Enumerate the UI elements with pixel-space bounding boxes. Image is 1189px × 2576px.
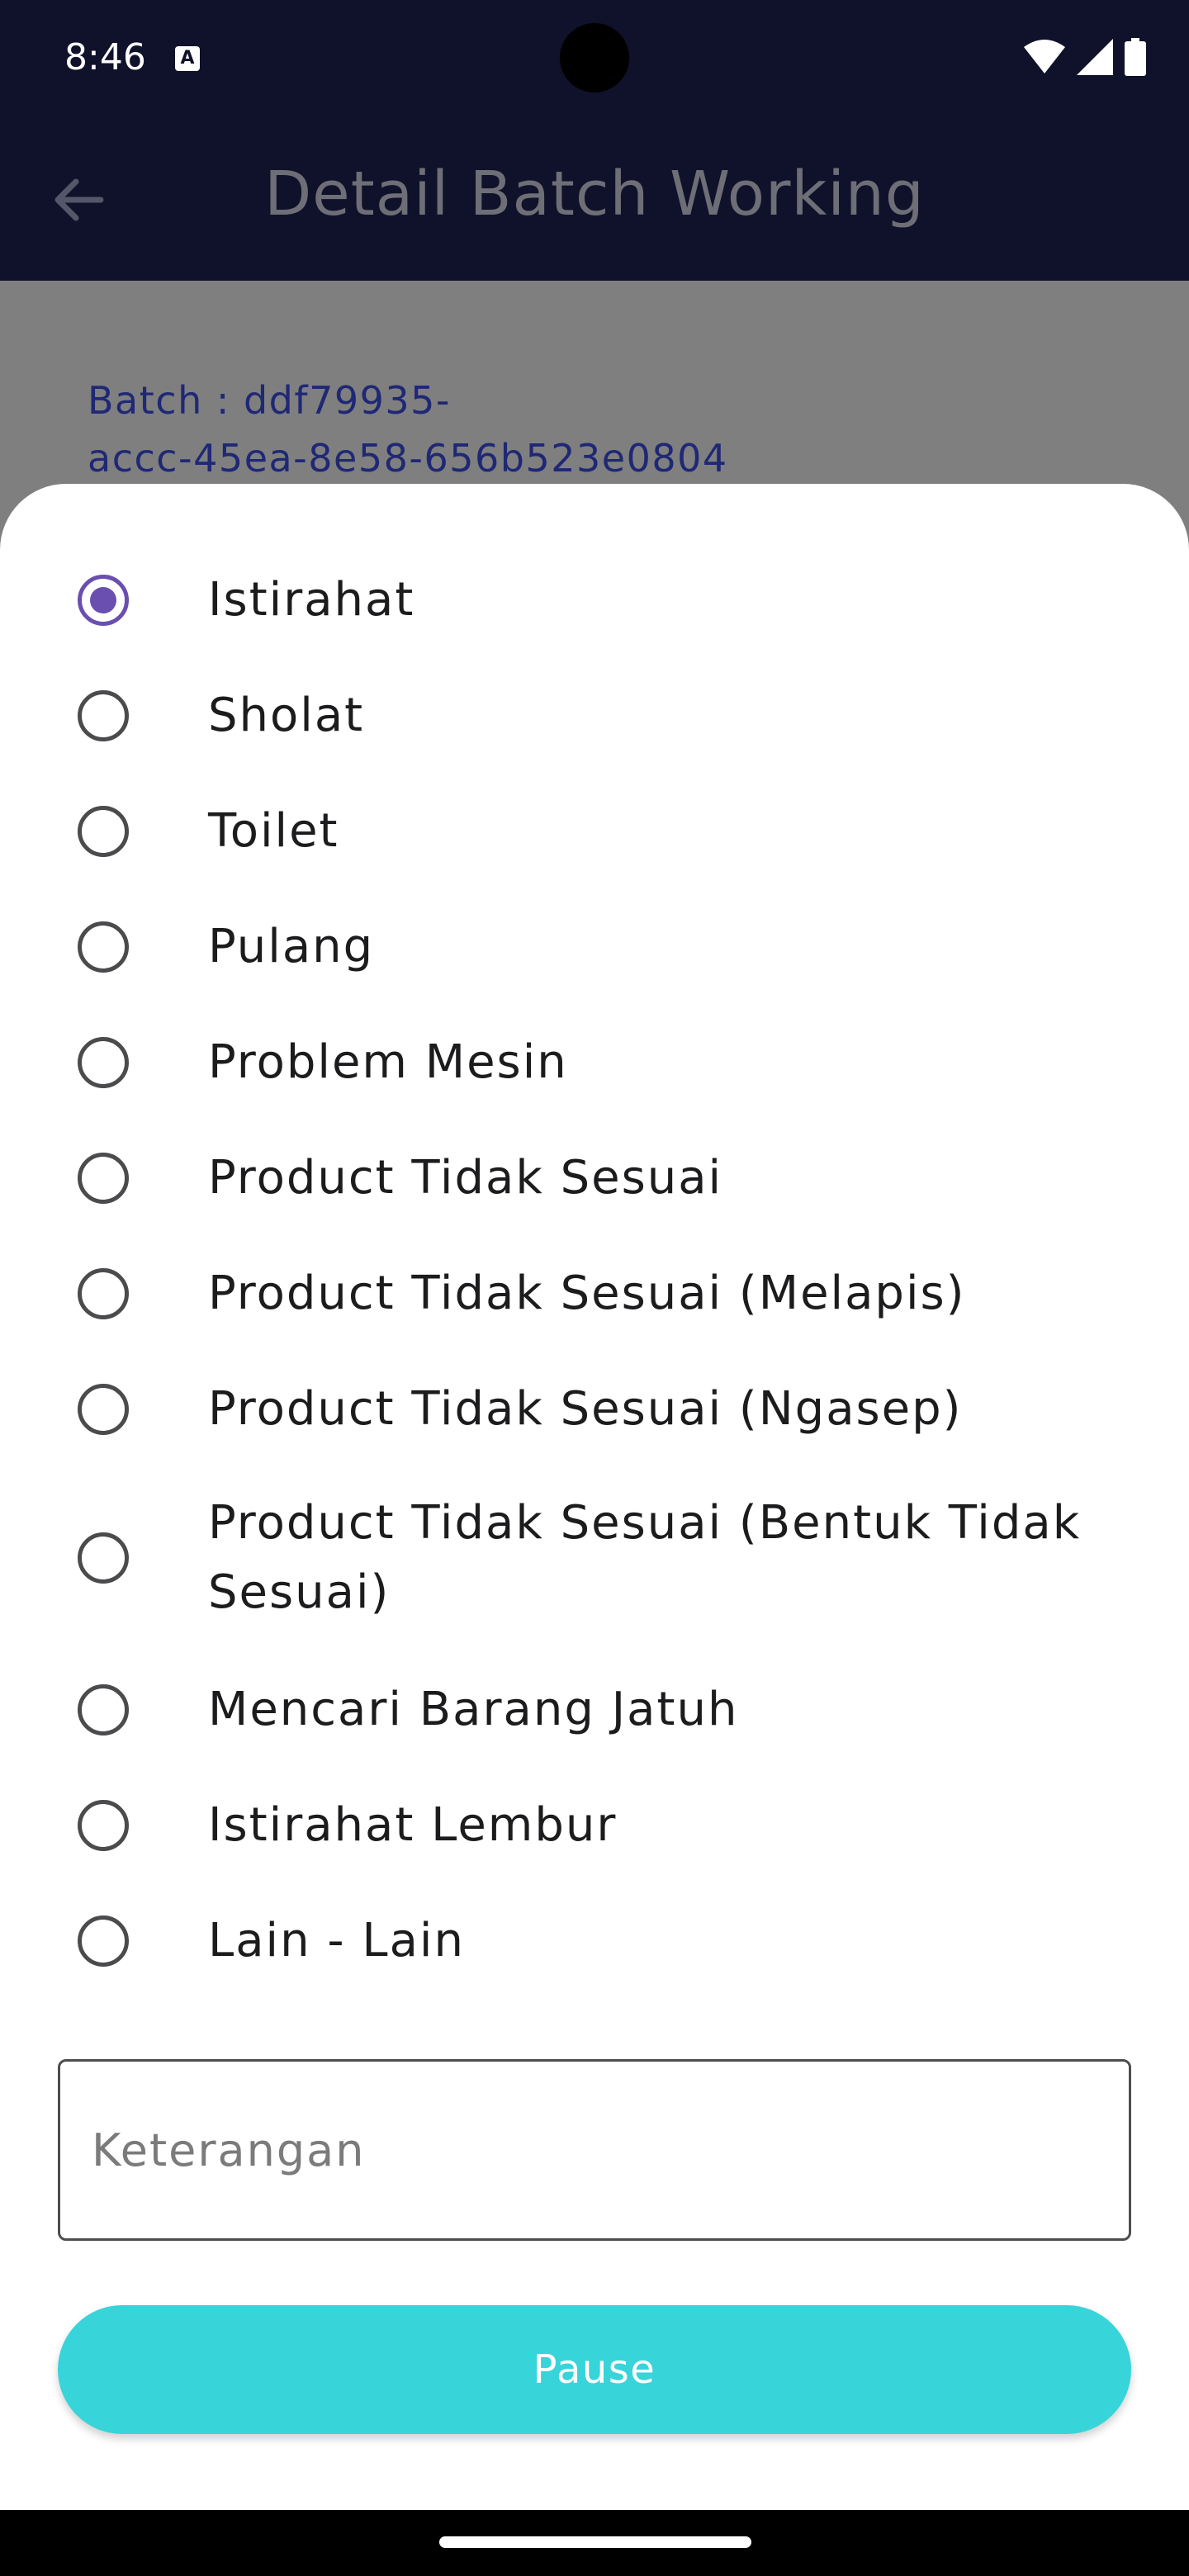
option-label: Istirahat (208, 573, 415, 627)
navigation-bar (0, 2510, 1189, 2576)
option-label: Product Tidak Sesuai (Bentuk Tidak Sesua… (208, 1496, 1082, 1619)
radio-button[interactable] (78, 1684, 129, 1735)
keterangan-field[interactable] (58, 2059, 1131, 2241)
app-bar: Detail Batch Working (0, 117, 1189, 281)
option-label: Product Tidak Sesuai (Ngasep) (208, 1382, 963, 1436)
option-label: Pulang (208, 920, 375, 973)
option-sholat[interactable]: Sholat (0, 662, 1189, 769)
radio-button[interactable] (78, 1037, 129, 1088)
option-product-tidak-sesuai-ngasep[interactable]: Product Tidak Sesuai (Ngasep) (0, 1356, 1189, 1463)
radio-button[interactable] (78, 921, 129, 973)
batch-id-line-2: accc-45ea-8e58-656b523e0804 (88, 436, 728, 481)
status-bar: 8:46 A (0, 0, 1189, 117)
batch-id-text: Batch : ddf79935- accc-45ea-8e58-656b523… (88, 372, 1078, 487)
page-title: Detail Batch Working (264, 159, 925, 230)
radio-button[interactable] (78, 1153, 129, 1204)
option-product-tidak-sesuai-bentuk[interactable]: Product Tidak Sesuai (Bentuk Tidak Sesua… (0, 1488, 1189, 1628)
signal-icon (1077, 39, 1113, 78)
radio-button[interactable] (78, 575, 129, 626)
radio-button[interactable] (78, 1915, 129, 1967)
wifi-icon (1024, 39, 1065, 78)
batch-id-line-1: Batch : ddf79935- (88, 378, 451, 423)
status-icons (1024, 38, 1146, 79)
pause-button[interactable]: Pause (58, 2305, 1131, 2434)
option-label: Toilet (208, 804, 339, 858)
option-product-tidak-sesuai-melapis[interactable]: Product Tidak Sesuai (Melapis) (0, 1240, 1189, 1347)
notification-a-icon: A (175, 46, 200, 71)
radio-button[interactable] (78, 1268, 129, 1319)
radio-button[interactable] (78, 1800, 129, 1851)
option-toilet[interactable]: Toilet (0, 778, 1189, 885)
camera-cutout (560, 23, 629, 92)
option-pulang[interactable]: Pulang (0, 893, 1189, 1001)
radio-button[interactable] (78, 806, 129, 857)
radio-button[interactable] (78, 1384, 129, 1435)
home-indicator[interactable] (439, 2536, 751, 2548)
option-label: Istirahat Lembur (208, 1798, 618, 1852)
radio-button[interactable] (78, 1532, 129, 1584)
keterangan-input[interactable] (60, 2062, 1129, 2238)
option-istirahat-lembur[interactable]: Istirahat Lembur (0, 1772, 1189, 1879)
option-problem-mesin[interactable]: Problem Mesin (0, 1009, 1189, 1116)
option-label: Mencari Barang Jatuh (208, 1683, 739, 1736)
option-label: Product Tidak Sesuai (208, 1151, 723, 1205)
option-label: Problem Mesin (208, 1035, 568, 1089)
option-product-tidak-sesuai[interactable]: Product Tidak Sesuai (0, 1125, 1189, 1232)
status-time: 8:46 (64, 36, 146, 78)
option-label: Lain - Lain (208, 1914, 465, 1968)
option-istirahat[interactable]: Istirahat (0, 547, 1189, 654)
option-label: Product Tidak Sesuai (Melapis) (208, 1267, 966, 1320)
option-lain-lain[interactable]: Lain - Lain (0, 1887, 1189, 1995)
battery-icon (1125, 38, 1146, 79)
option-mencari-barang-jatuh[interactable]: Mencari Barang Jatuh (0, 1656, 1189, 1764)
radio-button[interactable] (78, 690, 129, 741)
option-label: Sholat (208, 689, 365, 742)
